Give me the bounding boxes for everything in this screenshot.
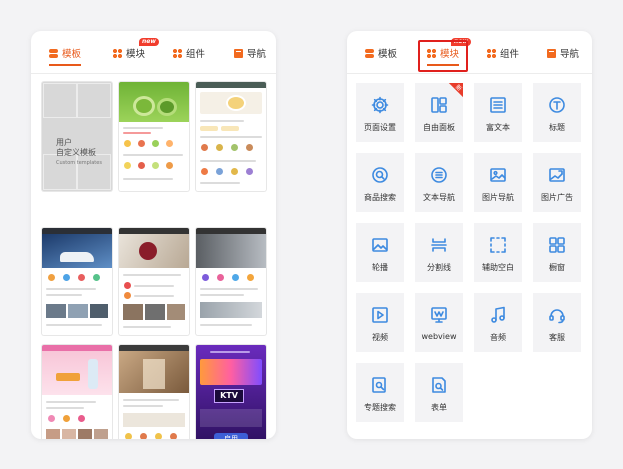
ktv-label: KTV xyxy=(214,389,244,403)
module-label: 标题 xyxy=(549,123,565,132)
template-ktv[interactable]: KTV 启用 xyxy=(196,345,266,439)
rich-text-icon xyxy=(490,97,506,113)
tab-label: 组件 xyxy=(186,49,206,60)
module-label: 商品搜索 xyxy=(364,193,396,202)
module-label: 客服 xyxy=(549,333,565,342)
module-label: 音频 xyxy=(490,333,506,342)
module-label: webview xyxy=(421,332,457,341)
module-tile[interactable]: 自由面板 新 xyxy=(415,83,463,142)
module-label: 富文本 xyxy=(486,123,510,132)
list-icon xyxy=(431,167,447,183)
module-tile[interactable]: 商品搜索 xyxy=(356,153,404,212)
module-tile[interactable]: 分割线 xyxy=(415,223,463,282)
stack-icon xyxy=(365,48,374,58)
module-label: 页面设置 xyxy=(364,123,396,132)
module-tile[interactable]: 轮播 xyxy=(356,223,404,282)
carousel-icon xyxy=(372,238,388,252)
module-panel: 模板 模块 new 组件 导航 页面设置 自由面板 新富文本 标题商品搜索 文本导航 图片… xyxy=(347,31,592,439)
tab-module[interactable]: 模块 new xyxy=(113,38,159,65)
module-tile[interactable]: 图片导航 xyxy=(474,153,522,212)
book-icon xyxy=(234,48,243,58)
tab-component[interactable]: 组件 xyxy=(487,41,519,65)
left-tab-bar: 模板 模块 new 组件 导航 xyxy=(31,31,276,74)
module-label: 文本导航 xyxy=(423,193,455,202)
grid-icon xyxy=(487,48,496,58)
headset-icon xyxy=(549,309,565,324)
template-food[interactable] xyxy=(196,82,266,191)
tab-label: 导航 xyxy=(247,49,267,60)
module-tile[interactable]: 橱窗 xyxy=(533,223,581,282)
new-corner-badge: 新 xyxy=(443,83,463,103)
custom-template-label: 用户 自定义模板 Custom templates xyxy=(56,138,102,166)
tab-template[interactable]: 模板 xyxy=(365,41,397,65)
module-tile[interactable]: 客服 xyxy=(533,293,581,352)
template-fruit[interactable] xyxy=(119,82,189,191)
module-label: 辅助空白 xyxy=(482,263,514,272)
module-label: 轮播 xyxy=(372,263,388,272)
gear-icon xyxy=(371,96,389,114)
template-cosmetics[interactable] xyxy=(42,345,112,439)
module-tile[interactable]: 图片广告 xyxy=(533,153,581,212)
tab-navigation[interactable]: 导航 xyxy=(547,41,579,65)
module-label: 图片导航 xyxy=(482,193,514,202)
module-tile[interactable]: 文本导航 xyxy=(415,153,463,212)
showcase-icon xyxy=(549,237,565,253)
tab-label: 模板 xyxy=(62,49,82,60)
grid-icon xyxy=(173,48,182,58)
module-tile[interactable]: 标题 xyxy=(533,83,581,142)
new-badge: new xyxy=(139,38,159,46)
module-tile[interactable]: 富文本 xyxy=(474,83,522,142)
topic-search-icon xyxy=(372,377,386,393)
webview-icon xyxy=(431,307,447,323)
grid-icon xyxy=(113,48,122,58)
tab-navigation[interactable]: 导航 xyxy=(234,41,266,65)
module-label: 图片广告 xyxy=(541,193,573,202)
tab-label: 模块 xyxy=(126,49,146,60)
module-label: 视频 xyxy=(372,333,388,342)
right-tab-bar: 模板 模块 new 组件 导航 xyxy=(347,31,592,74)
form-icon xyxy=(432,377,446,393)
tab-label: 模板 xyxy=(378,49,398,60)
tab-template[interactable]: 模板 xyxy=(49,41,82,66)
video-icon xyxy=(372,307,388,323)
module-label: 橱窗 xyxy=(549,263,565,272)
active-tab-highlight xyxy=(418,40,468,72)
module-tile[interactable]: 专题搜索 xyxy=(356,363,404,422)
divider-icon xyxy=(431,238,447,252)
module-label: 表单 xyxy=(431,403,447,412)
tab-label: 组件 xyxy=(500,49,520,60)
module-label: 专题搜索 xyxy=(364,403,396,412)
template-gym[interactable] xyxy=(196,228,266,335)
blank-icon xyxy=(490,237,506,253)
module-tile[interactable]: 视频 xyxy=(356,293,404,352)
tab-label: 导航 xyxy=(560,49,580,60)
template-panel: 模板 模块 new 组件 导航 用户 自定义模板 Custom template… xyxy=(31,31,276,439)
module-tile[interactable]: 音频 xyxy=(474,293,522,352)
module-tile[interactable]: 表单 xyxy=(415,363,463,422)
module-tile[interactable]: webview xyxy=(415,293,463,352)
music-icon xyxy=(491,306,505,323)
book-icon xyxy=(547,48,556,58)
module-label: 分割线 xyxy=(427,263,451,272)
image-nav-icon xyxy=(490,168,506,182)
module-tile[interactable]: 页面设置 xyxy=(356,83,404,142)
template-hotel[interactable] xyxy=(119,345,189,439)
custom-template-tile[interactable]: 用户 自定义模板 Custom templates xyxy=(42,82,112,191)
apply-button[interactable]: 启用 xyxy=(214,433,248,439)
module-tile[interactable]: 辅助空白 xyxy=(474,223,522,282)
template-car[interactable] xyxy=(42,228,112,335)
stack-icon xyxy=(49,48,58,58)
tab-component[interactable]: 组件 xyxy=(173,41,205,65)
search-icon xyxy=(372,167,388,183)
module-label: 自由面板 xyxy=(423,123,455,132)
title-icon xyxy=(549,97,565,113)
image-ad-icon xyxy=(549,168,565,182)
template-sales[interactable] xyxy=(119,228,189,335)
